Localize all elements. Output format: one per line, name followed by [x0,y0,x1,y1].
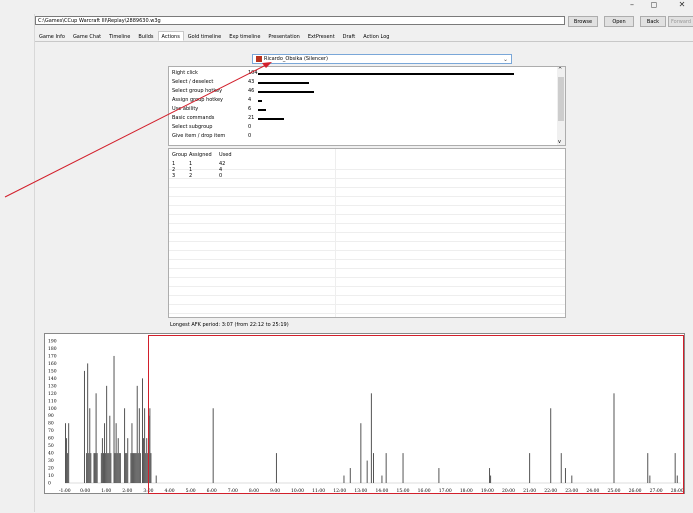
annotation-overlay [4,62,684,494]
annotation-highlight-box [148,335,684,494]
annotation-arrow-head [262,62,272,68]
annotation-arrow-line [4,64,267,198]
